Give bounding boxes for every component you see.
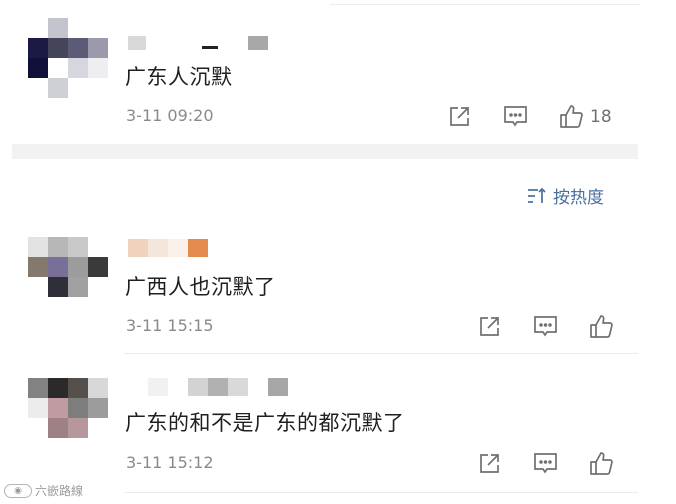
share-icon	[450, 107, 469, 126]
like-button[interactable]	[589, 451, 620, 476]
avatar[interactable]	[28, 237, 108, 317]
section-separator	[12, 144, 638, 159]
watermark-logo: ◉	[4, 483, 32, 498]
top-divider	[330, 4, 640, 5]
share-button[interactable]	[448, 105, 471, 128]
comment-divider	[124, 353, 638, 354]
watermark-text: 六嵌路線	[35, 484, 84, 498]
share-button[interactable]	[478, 315, 501, 338]
comment-icon	[534, 453, 557, 474]
thumbs-up-icon	[590, 452, 613, 475]
comment-icon	[504, 106, 527, 127]
username-obscured[interactable]	[128, 36, 268, 50]
sort-icon	[528, 187, 546, 203]
username-obscured[interactable]	[128, 239, 210, 257]
share-icon	[480, 454, 499, 473]
comment-text: 广东的和不是广东的都沉默了	[125, 411, 405, 435]
watermark: ◉ 六嵌路線	[4, 482, 83, 499]
sort-by-heat-button[interactable]: 按热度	[527, 183, 604, 208]
comment-divider	[124, 492, 638, 493]
reply-button[interactable]	[533, 315, 558, 338]
reply-button[interactable]	[533, 452, 558, 475]
comment-time: 3-11 15:15	[126, 316, 214, 335]
thumbs-up-icon	[560, 105, 583, 128]
comment-time: 3-11 09:20	[126, 106, 214, 125]
share-button[interactable]	[478, 452, 501, 475]
comment-text: 广东人沉默	[125, 65, 233, 89]
comment-text: 广西人也沉默了	[125, 275, 276, 299]
avatar[interactable]	[28, 378, 108, 458]
comment-icon	[534, 316, 557, 337]
like-count: 18	[590, 106, 612, 127]
like-button[interactable]	[589, 314, 620, 339]
username-obscured[interactable]	[128, 378, 298, 396]
share-icon	[480, 317, 499, 336]
reply-button[interactable]	[503, 105, 528, 128]
thumbs-up-icon	[590, 315, 613, 338]
sort-label: 按热度	[553, 188, 604, 208]
avatar[interactable]	[28, 18, 108, 98]
like-button[interactable]: 18	[559, 104, 612, 129]
comment-time: 3-11 15:12	[126, 453, 214, 472]
